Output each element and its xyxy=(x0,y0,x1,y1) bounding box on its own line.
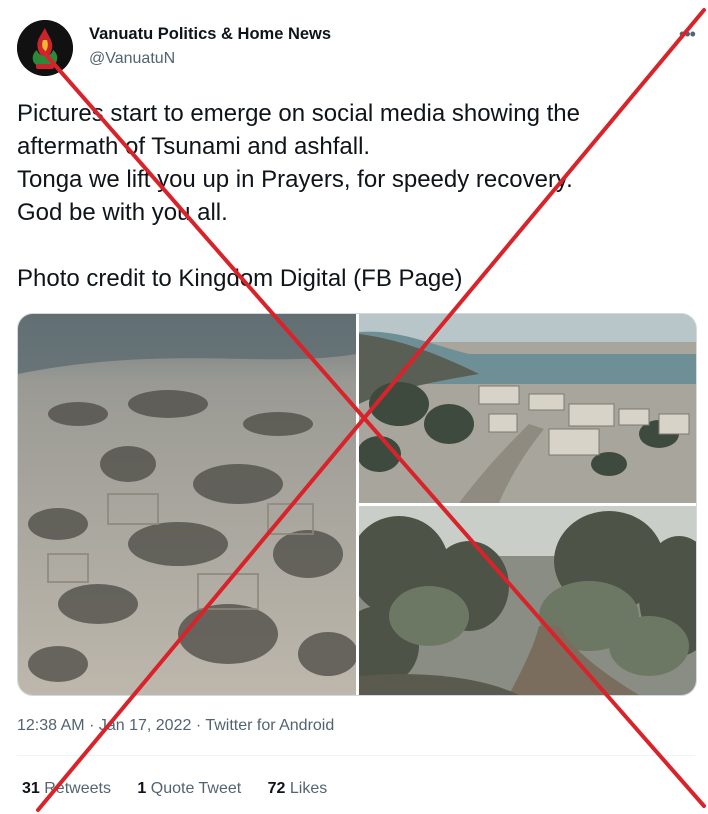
likes-count: 72 xyxy=(267,780,286,797)
tweet-text: Pictures start to emerge on social media… xyxy=(17,97,697,295)
engagement-stats: 31 Retweets 1 Quote Tweet 72 Likes xyxy=(22,780,349,798)
photo-ashfall-aerial[interactable] xyxy=(18,314,356,695)
meta-separator: · xyxy=(195,717,202,734)
author-handle[interactable]: @VanuatuN xyxy=(89,50,175,68)
quotes-count: 1 xyxy=(137,780,147,797)
tweet-time[interactable]: 12:38 AM xyxy=(17,717,85,734)
ashfall-aerial-image xyxy=(18,314,356,695)
photo-credit: Photo credit to Kingdom Digital (FB Page… xyxy=(17,265,463,292)
author-name[interactable]: Vanuatu Politics & Home News xyxy=(89,25,331,44)
coastal-village-image xyxy=(359,314,696,503)
tweet-text-line: Pictures start to emerge on social media… xyxy=(17,100,580,127)
tweet-metadata: 12:38 AM · Jan 17, 2022 · Twitter for An… xyxy=(17,717,334,735)
retweets-label: Retweets xyxy=(44,780,111,797)
avatar[interactable] xyxy=(17,20,73,76)
photo-coastal-village[interactable] xyxy=(359,314,696,503)
meta-separator: · xyxy=(89,717,95,734)
tweet-source[interactable]: Twitter for Android xyxy=(205,717,334,734)
retweets-count: 31 xyxy=(22,780,40,797)
retweets-stat[interactable]: 31 Retweets xyxy=(22,780,111,798)
tweet-text-line: Tonga we lift you up in Prayers, for spe… xyxy=(17,166,573,193)
avatar-logo xyxy=(17,20,73,76)
more-horizontal-icon: ••• xyxy=(679,24,696,44)
media-grid xyxy=(17,313,697,696)
tweet-text-line: aftermath of Tsunami and ashfall. xyxy=(17,133,371,160)
quote-tweets-stat[interactable]: 1 Quote Tweet xyxy=(137,780,241,798)
photo-jungle-road[interactable] xyxy=(359,506,696,695)
jungle-road-image xyxy=(359,506,696,695)
more-options-button[interactable]: ••• xyxy=(676,24,698,44)
tweet-text-line: God be with you all. xyxy=(17,199,228,226)
divider xyxy=(17,755,695,756)
likes-stat[interactable]: 72 Likes xyxy=(268,780,328,798)
likes-label: Likes xyxy=(289,780,328,797)
tweet-date[interactable]: Jan 17, 2022 xyxy=(99,717,192,734)
quotes-label: Quote Tweet xyxy=(150,780,242,797)
